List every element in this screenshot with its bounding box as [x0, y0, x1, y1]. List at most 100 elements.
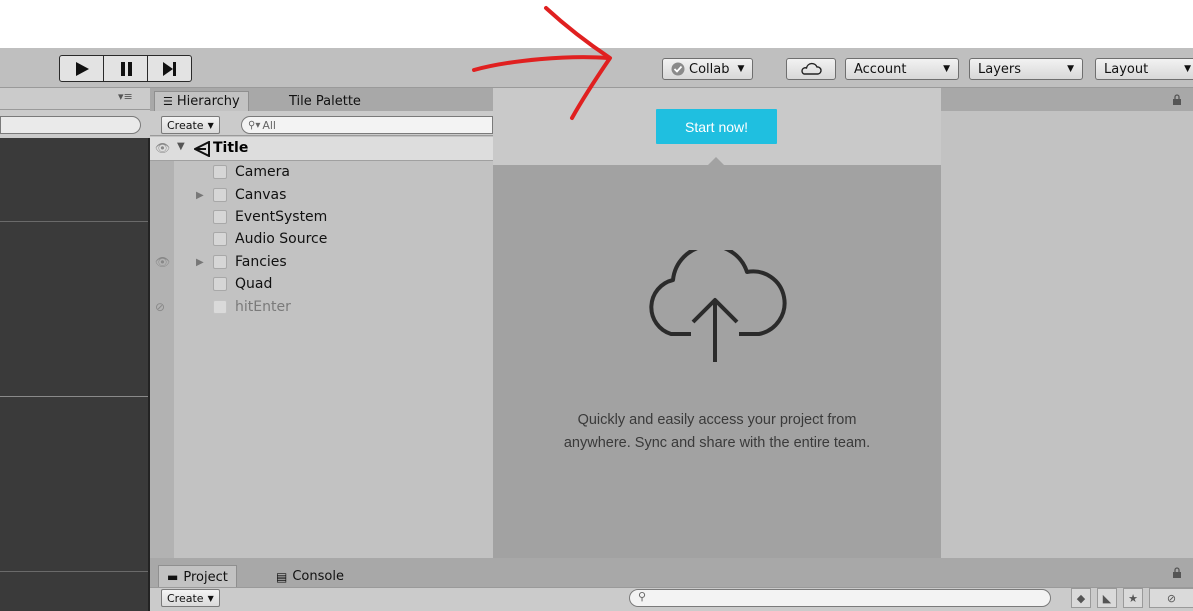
popup-pointer — [708, 157, 724, 165]
inspector-panel — [941, 88, 1193, 558]
chevron-down-icon: ▼ — [207, 120, 214, 130]
layout-dropdown[interactable]: Layout ▼ — [1095, 58, 1193, 80]
divider — [0, 571, 148, 572]
chevron-down-icon: ▼ — [1067, 64, 1074, 74]
tab-hierarchy[interactable]: ☰ Hierarchy — [154, 91, 249, 111]
expand-arrow-icon[interactable]: ▼ — [177, 141, 185, 152]
gameobject-icon — [213, 277, 227, 291]
item-label: Quad — [235, 276, 273, 292]
gameobject-icon — [213, 188, 227, 202]
gameobject-icon — [213, 210, 227, 224]
cloud-upload-icon — [649, 250, 787, 362]
tab-console[interactable]: ▤ Console — [268, 565, 352, 588]
divider — [0, 221, 148, 222]
search-icon: ⚲ — [638, 590, 647, 603]
create-label: Create — [167, 591, 204, 605]
item-label: Fancies — [235, 254, 287, 270]
step-icon — [162, 61, 176, 76]
hierarchy-item-eventsystem[interactable]: EventSystem — [213, 206, 327, 228]
gameobject-icon — [213, 232, 227, 246]
tab-hierarchy-label: Hierarchy — [176, 94, 240, 109]
expand-arrow-icon[interactable]: ▶ — [196, 190, 213, 201]
play-icon — [75, 61, 89, 76]
hierarchy-item-fancies[interactable]: ▶ Fancies — [196, 251, 287, 273]
lock-icon[interactable] — [1172, 94, 1182, 106]
scene-row[interactable]: 👁 ▼ Title — [150, 137, 493, 161]
create-button[interactable]: Create ▼ — [161, 116, 220, 134]
pause-button[interactable] — [104, 56, 148, 81]
collab-description-line2: anywhere. Sync and share with the entire… — [563, 435, 871, 451]
tab-console-label: Console — [292, 569, 344, 584]
tag-icon: ◣ — [1102, 591, 1112, 605]
collab-description: Quickly and easily access your project f… — [500, 409, 934, 455]
folder-icon: ▬ — [167, 570, 179, 584]
hidden-packages-button[interactable]: ⊘ — [1149, 588, 1193, 608]
annotation-arrow-icon — [472, 6, 612, 120]
gameobject-icon — [213, 300, 227, 314]
filter-label-button[interactable]: ◣ — [1097, 588, 1117, 608]
gameobject-icon — [213, 165, 227, 179]
tab-project-label: Project — [183, 569, 228, 585]
check-circle-icon — [671, 62, 685, 76]
chevron-down-icon: ▼ — [1184, 64, 1191, 74]
search-placeholder: All — [262, 118, 276, 132]
gameobject-icon — [213, 255, 227, 269]
unity-scene-icon — [194, 141, 210, 157]
item-label: Camera — [235, 164, 290, 180]
layers-label: Layers — [978, 61, 1022, 77]
layers-dropdown[interactable]: Layers ▼ — [969, 58, 1083, 80]
hierarchy-item-camera[interactable]: Camera — [213, 161, 290, 183]
eye-icon[interactable]: 👁 — [155, 255, 170, 269]
shapes-icon: ◆ — [1076, 591, 1086, 605]
lock-icon[interactable] — [1172, 567, 1182, 579]
filter-type-button[interactable]: ◆ — [1071, 588, 1091, 608]
hierarchy-item-quad[interactable]: Quad — [213, 273, 272, 295]
hierarchy-item-audio-source[interactable]: Audio Source — [213, 228, 327, 250]
hierarchy-item-canvas[interactable]: ▶ Canvas — [196, 184, 286, 206]
hierarchy-search-input[interactable]: ⚲▾ All — [241, 116, 493, 134]
favorites-button[interactable]: ★ — [1123, 588, 1143, 608]
playback-controls — [59, 55, 192, 82]
item-label: Audio Source — [235, 231, 328, 247]
account-dropdown[interactable]: Account ▼ — [845, 58, 959, 80]
collab-label: Collab — [689, 61, 730, 77]
layout-label: Layout — [1104, 61, 1149, 77]
collab-button[interactable]: Collab ▼ — [662, 58, 754, 80]
eye-hidden-icon[interactable]: ⊘ — [155, 300, 165, 314]
panel-menu-icon[interactable]: ▾≡ — [118, 90, 133, 103]
account-label: Account — [854, 61, 907, 77]
collab-description-line1: Quickly and easily access your project f… — [577, 412, 857, 428]
cloud-icon — [801, 62, 822, 75]
item-label: hitEnter — [235, 299, 291, 315]
eye-icon[interactable]: 👁 — [155, 141, 170, 155]
cloud-button[interactable] — [786, 58, 836, 80]
scene-view-panel — [0, 88, 150, 611]
chevron-down-icon: ▼ — [737, 64, 745, 74]
project-create-button[interactable]: Create ▼ — [161, 589, 220, 607]
play-button[interactable] — [60, 56, 104, 81]
visibility-gutter — [150, 160, 174, 558]
left-search-input[interactable] — [0, 116, 141, 134]
pause-icon — [120, 61, 132, 76]
item-label: Canvas — [235, 187, 287, 203]
chevron-down-icon: ▼ — [943, 64, 950, 74]
star-icon: ★ — [1128, 591, 1138, 605]
chevron-down-icon: ▼ — [207, 593, 214, 603]
inspector-tab-bar — [941, 88, 1193, 111]
tab-tile-palette[interactable]: Tile Palette — [281, 91, 369, 111]
search-icon: ⚲▾ — [248, 119, 261, 131]
start-now-button[interactable]: Start now! — [656, 109, 777, 144]
create-label: Create — [167, 118, 204, 132]
step-button[interactable] — [148, 56, 191, 81]
list-icon: ☰ — [163, 95, 173, 108]
hierarchy-item-hitenter[interactable]: hitEnter — [213, 296, 291, 318]
scene-name: Title — [213, 140, 249, 156]
left-panel-header: ▾≡ — [0, 88, 150, 110]
project-search-input[interactable]: ⚲ — [629, 589, 1051, 607]
eye-hidden-icon: ⊘ — [1166, 591, 1177, 605]
tab-tile-palette-label: Tile Palette — [289, 93, 361, 109]
item-label: EventSystem — [235, 209, 328, 225]
tab-project[interactable]: ▬ Project — [158, 565, 237, 588]
divider — [0, 396, 148, 397]
expand-arrow-icon[interactable]: ▶ — [196, 257, 213, 268]
